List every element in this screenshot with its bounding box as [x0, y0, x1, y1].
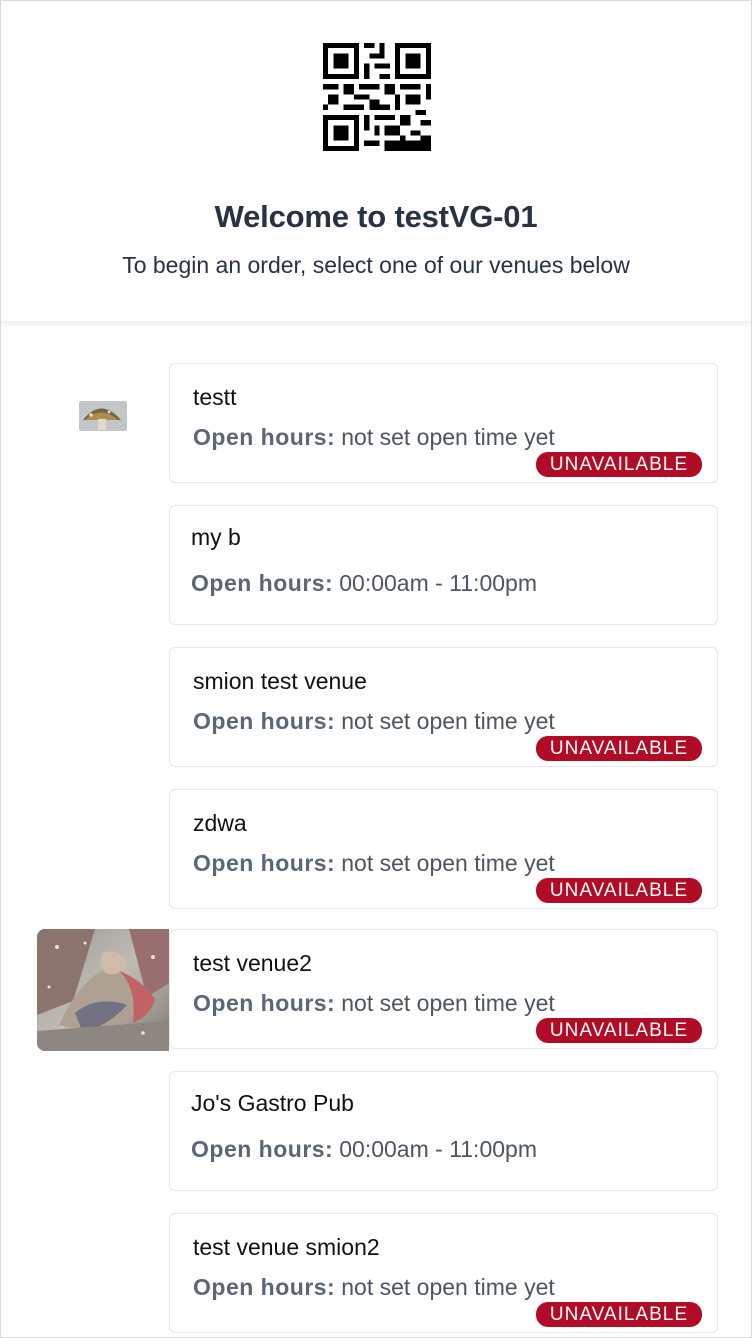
open-hours-value: not set open time yet	[341, 990, 555, 1016]
venue-selection-page: Welcome to testVG-01 To begin an order, …	[0, 0, 752, 1338]
open-hours-label: Open hours:	[193, 1274, 336, 1300]
status-badge: UNAVAILABLE	[535, 1018, 702, 1043]
venue-card[interactable]: zdwa Open hours: not set open time yet UN…	[169, 789, 718, 909]
venue-card[interactable]: smion test venue Open hours: not set open…	[169, 647, 718, 767]
open-hours: Open hours: not set open time yet	[193, 848, 555, 878]
venue-list: testt Open hours: not set open time yet U…	[1, 321, 751, 1337]
venue-name: smion test venue	[193, 668, 367, 694]
venue-name: my b	[191, 524, 241, 550]
fantasy-art-thumbnail	[37, 929, 169, 1051]
mushroom-thumbnail	[79, 401, 127, 431]
open-hours-label: Open hours:	[191, 570, 334, 596]
open-hours: Open hours: not set open time yet	[193, 1272, 555, 1302]
open-hours-label: Open hours:	[193, 990, 336, 1016]
open-hours-label: Open hours:	[193, 708, 336, 734]
qr-code-icon	[323, 43, 431, 151]
status-badge: UNAVAILABLE	[535, 1302, 702, 1327]
open-hours-label: Open hours:	[193, 424, 336, 450]
venue-card[interactable]: my b Open hours: 00:00am - 11:00pm	[169, 505, 718, 625]
open-hours-value: not set open time yet	[341, 1274, 555, 1300]
open-hours: Open hours: 00:00am - 11:00pm	[191, 1134, 537, 1164]
venue-card[interactable]: testt Open hours: not set open time yet U…	[169, 363, 718, 483]
open-hours: Open hours: not set open time yet	[193, 706, 555, 736]
open-hours: Open hours: not set open time yet	[193, 988, 555, 1018]
open-hours-value: 00:00am - 11:00pm	[339, 570, 537, 596]
welcome-title: Welcome to testVG-01	[214, 199, 538, 234]
open-hours: Open hours: not set open time yet	[193, 422, 555, 452]
open-hours-value: 00:00am - 11:00pm	[339, 1136, 537, 1162]
status-badge: UNAVAILABLE	[535, 878, 702, 903]
open-hours-label: Open hours:	[193, 850, 336, 876]
status-badge: UNAVAILABLE	[535, 736, 702, 761]
welcome-subtitle: To begin an order, select one of our ven…	[122, 252, 630, 278]
venue-name: Jo's Gastro Pub	[191, 1090, 354, 1116]
venue-card[interactable]: test venue smion2 Open hours: not set ope…	[169, 1213, 718, 1333]
welcome-header: Welcome to testVG-01 To begin an order, …	[1, 1, 751, 321]
open-hours-label: Open hours:	[191, 1136, 334, 1162]
open-hours-value: not set open time yet	[341, 708, 555, 734]
venue-name: testt	[193, 384, 237, 410]
open-hours: Open hours: 00:00am - 11:00pm	[191, 568, 537, 598]
venue-name: test venue smion2	[193, 1234, 380, 1260]
venue-name: test venue2	[193, 950, 312, 976]
venue-name: zdwa	[193, 810, 247, 836]
status-badge: UNAVAILABLE	[535, 452, 702, 477]
venue-card[interactable]: test venue2 Open hours: not set open time…	[169, 929, 718, 1049]
venue-card[interactable]: Jo's Gastro Pub Open hours: 00:00am - 11:…	[169, 1071, 718, 1191]
open-hours-value: not set open time yet	[341, 850, 555, 876]
open-hours-value: not set open time yet	[341, 424, 555, 450]
